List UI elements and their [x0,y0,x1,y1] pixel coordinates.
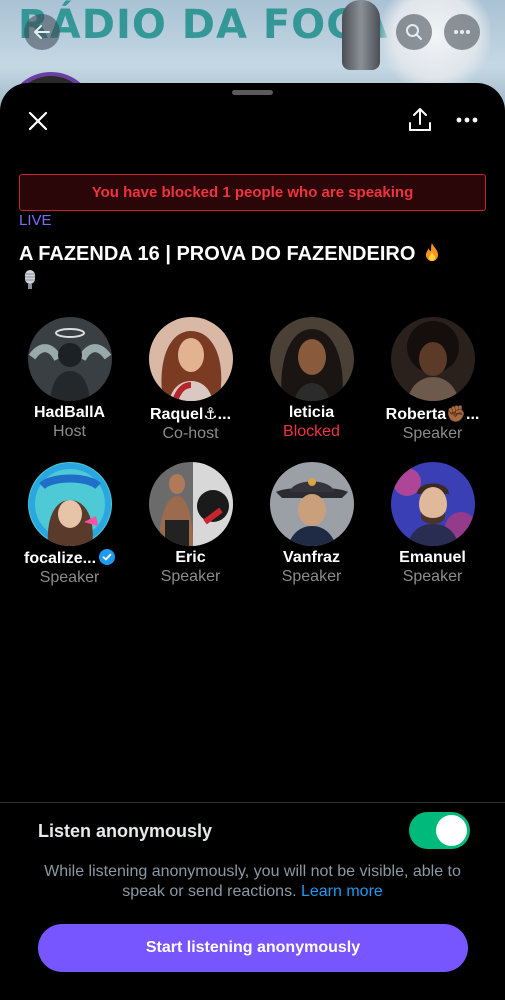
back-arrow-icon [34,25,50,39]
search-icon [406,24,422,40]
participant-role: Speaker [402,425,463,442]
participant-leticia[interactable]: leticia Blocked [251,317,372,441]
space-sheet: You have blocked 1 people who are speaki… [0,83,505,1000]
participant-role: Co-host [162,425,219,442]
toggle-knob [436,815,467,846]
profile-more-button[interactable] [444,14,480,50]
participant-name: focalize... [9,549,130,568]
avatar [390,462,475,546]
avatar [148,462,233,546]
participant-eric[interactable]: Eric Speaker [130,462,251,586]
avatar [27,462,112,546]
participant-raquel[interactable]: Raquel⚓... Co-host [130,317,251,443]
start-listening-anonymously-button[interactable]: Start listening anonymously [38,924,468,972]
learn-more-link[interactable]: Learn more [301,883,383,900]
participant-vanfraz[interactable]: Vanfraz Speaker [251,462,372,586]
section-divider [0,802,505,803]
participant-emanuel[interactable]: Emanuel Speaker [372,462,493,586]
participant-name: Vanfraz [283,549,340,566]
close-button[interactable] [24,107,52,135]
listen-anonymously-label: Listen anonymously [38,821,213,841]
more-options-button[interactable] [452,105,482,135]
participant-name: HadBallA [33,404,106,421]
participant-role-blocked: Blocked [283,423,340,440]
avatar [148,317,233,401]
avatar [390,317,475,401]
avatar [269,462,354,546]
background-microphone-image [342,0,380,70]
participant-role: Speaker [402,568,463,585]
listen-anonymously-toggle[interactable] [409,812,470,849]
close-icon [28,111,48,131]
space-title: A FAZENDA 16 | PROVA DO FAZENDEIRO [19,241,489,295]
listen-anonymously-description: While listening anonymously, you will no… [30,862,475,902]
participant-role: Speaker [39,569,100,586]
sheet-grabber[interactable] [232,90,273,95]
more-icon [456,117,478,123]
share-button[interactable] [405,105,435,135]
avatar [27,317,112,401]
participant-name-text: focalize... [23,550,97,567]
participant-name: Eric [175,549,206,566]
participant-name: Roberta✊🏾... [385,406,480,423]
space-screen: RÁDIO DA FOCA You have blocked 1 people … [0,0,505,1000]
participant-role: Speaker [160,568,221,585]
background-page-title: RÁDIO DA FOCA [18,2,389,48]
avatar [269,317,354,401]
microphone-icon [25,270,35,289]
fire-icon [425,243,438,261]
participant-name: Raquel⚓... [149,406,232,423]
participant-name: leticia [288,404,335,421]
space-title-text: A FAZENDA 16 | PROVA DO FAZENDEIRO [19,243,416,265]
participant-name: Emanuel [399,549,466,566]
participant-hadballa[interactable]: HadBallA Host [9,317,130,441]
participant-roberta[interactable]: Roberta✊🏾... Speaker [372,317,493,443]
description-text: While listening anonymously, you will no… [44,863,461,900]
verified-badge-icon [99,549,116,565]
search-button[interactable] [396,14,432,50]
blocked-speakers-banner: You have blocked 1 people who are speaki… [19,174,486,211]
participant-role: Speaker [281,568,342,585]
participant-role: Host [53,423,86,440]
participant-focalize[interactable]: focalize... Speaker [9,462,130,587]
share-icon [409,108,431,131]
back-button[interactable] [24,14,60,50]
live-label: LIVE [19,212,52,229]
more-icon [454,30,470,34]
